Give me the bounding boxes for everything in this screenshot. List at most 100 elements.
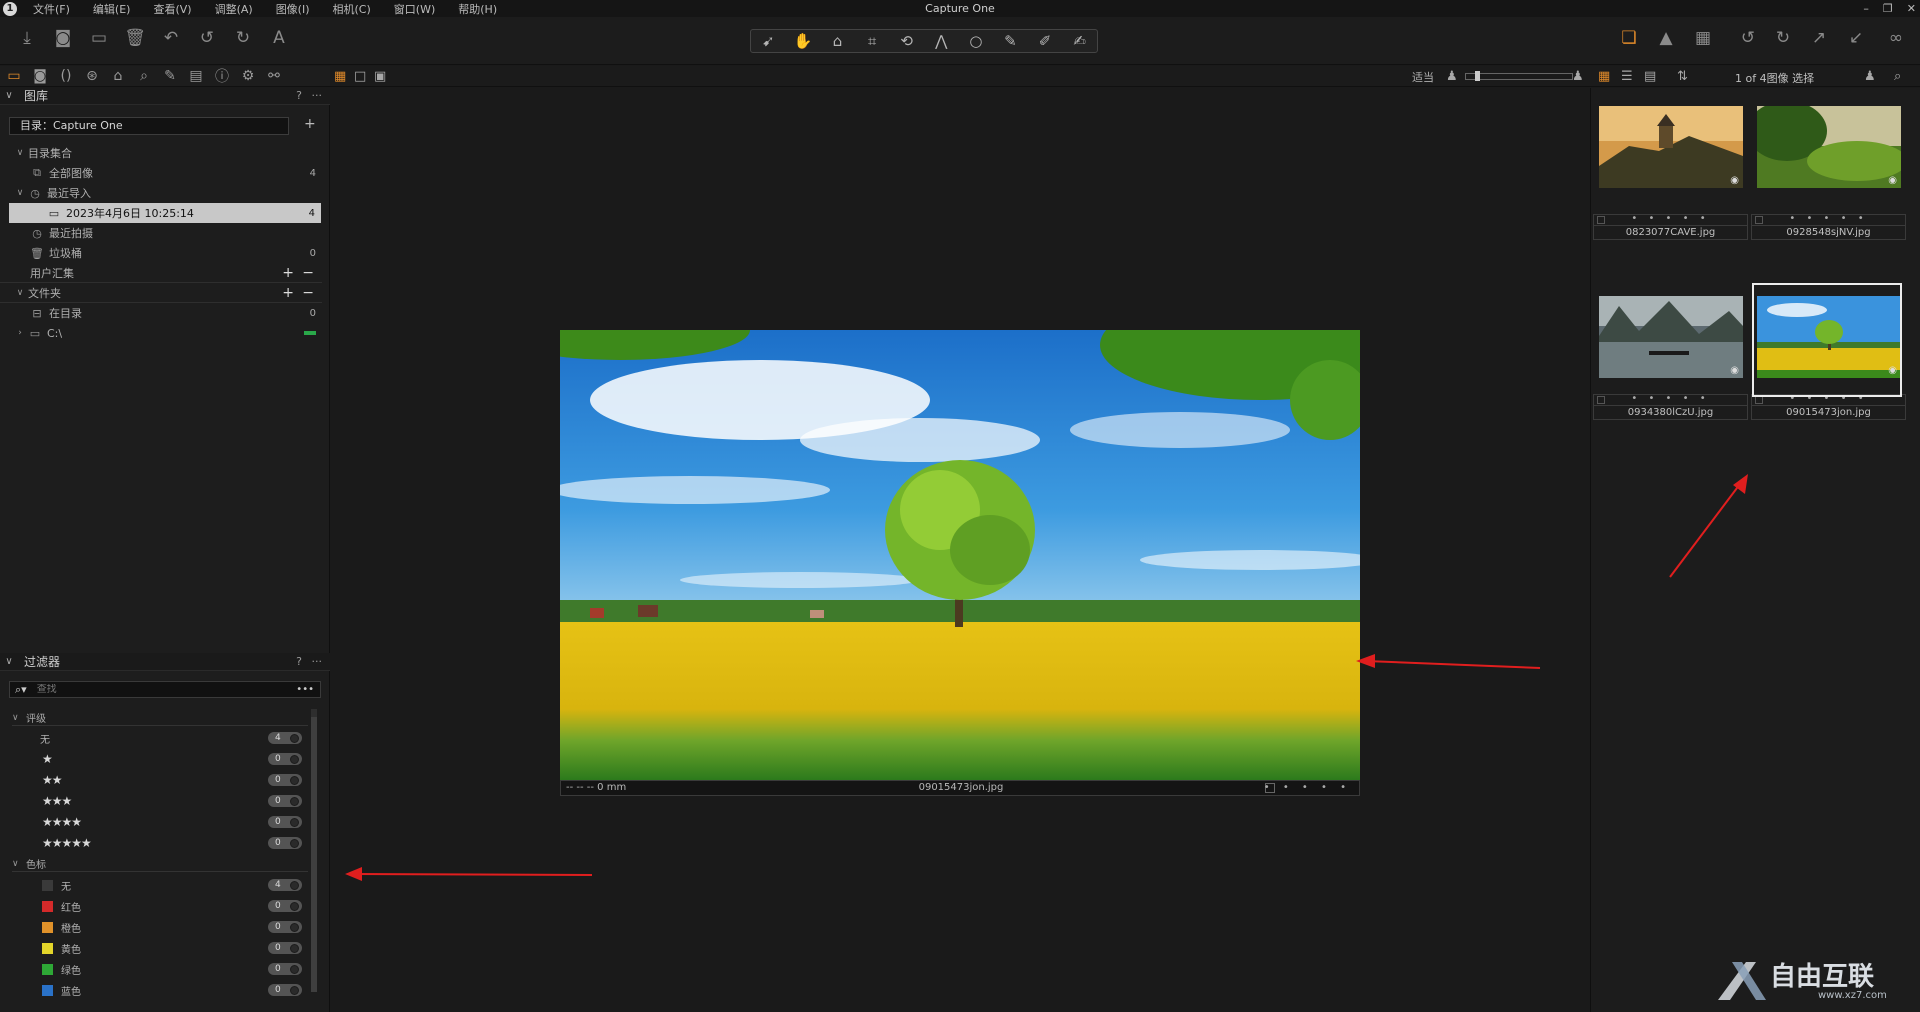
count-toggle[interactable]: 0 [268, 837, 302, 849]
export-icon[interactable]: ↗ [1808, 27, 1830, 49]
filter-search-input[interactable] [36, 684, 287, 695]
count-toggle[interactable]: 0 [268, 753, 302, 765]
proof-glasses-icon[interactable]: ∞ [1880, 27, 1912, 49]
color-row-red[interactable]: 红色 0 [0, 896, 306, 916]
thumbnail-cell[interactable]: ◉ • • • • • 0934380lCzU.jpg [1593, 290, 1748, 440]
add-catalog-icon[interactable]: + [304, 116, 316, 132]
select-cursor-icon[interactable]: ➹ [755, 32, 781, 50]
annotation-icon[interactable]: ✍ [1067, 32, 1093, 50]
count-toggle[interactable]: 0 [268, 921, 302, 933]
image-viewer[interactable]: -- -- -- 0 mm 09015473jon.jpg • • • • • [331, 88, 1589, 1012]
select-checkbox[interactable] [1755, 396, 1763, 404]
color-tab-icon[interactable]: ⊛ [84, 68, 100, 84]
crop-icon[interactable]: ⌗ [859, 32, 885, 50]
output-tab-icon[interactable]: ▤ [188, 68, 204, 84]
tree-recent-imports[interactable]: ∨ ◷ 最近导入 [0, 183, 322, 203]
list-view-icon[interactable]: ☰ [1621, 69, 1633, 84]
picker-icon[interactable]: ✐ [1032, 32, 1058, 50]
new-session-icon[interactable]: ▭ [88, 27, 110, 49]
menu-file[interactable]: 文件(F) [33, 1, 70, 17]
rating-row-5[interactable]: ★★★★★ 0 [0, 833, 306, 853]
delete-icon[interactable]: 🗑 [124, 27, 146, 49]
rating-dots[interactable]: • • • • • [1631, 393, 1709, 404]
settings-gear-icon[interactable]: ⚙ [240, 68, 256, 84]
local-adjust-tab-icon[interactable]: ✎ [162, 68, 178, 84]
menu-image[interactable]: 图像(I) [276, 1, 310, 17]
metadata-tab-icon[interactable]: ⓘ [214, 66, 230, 86]
auto-adjust-icon[interactable]: A [268, 27, 290, 49]
zoom-slider-handle[interactable] [1475, 71, 1480, 81]
count-toggle[interactable]: 0 [268, 816, 302, 828]
menu-help[interactable]: 帮助(H) [458, 1, 497, 17]
grid-view-icon[interactable]: ▦ [1598, 69, 1610, 84]
rating-row-3[interactable]: ★★★ 0 [0, 791, 306, 811]
rotate-left-icon[interactable]: ↺ [1737, 27, 1759, 49]
undo-icon[interactable]: ↺ [196, 27, 218, 49]
tree-folders[interactable]: ∨ 文件夹 + − [0, 283, 322, 303]
thumbnail-image[interactable]: ◉ [1757, 106, 1901, 188]
chevron-down-icon[interactable]: ∨ [12, 148, 28, 158]
add-folder-icon[interactable]: + [282, 285, 294, 301]
count-toggle[interactable]: 0 [268, 942, 302, 954]
sort-icon[interactable]: ⇅ [1677, 69, 1688, 84]
process-icon[interactable]: ↙ [1845, 27, 1867, 49]
exposure-warning-icon[interactable]: ▲ [1655, 27, 1677, 49]
count-toggle[interactable]: 4 [268, 732, 302, 744]
rating-dots[interactable]: • • • • • [1264, 782, 1351, 793]
color-row-none[interactable]: 无 4 [0, 875, 306, 895]
color-row-yellow[interactable]: 黄色 0 [0, 938, 306, 958]
select-checkbox[interactable] [1755, 216, 1763, 224]
rating-row-2[interactable]: ★★ 0 [0, 770, 306, 790]
library-tab-icon[interactable]: ▭ [6, 68, 22, 84]
menu-edit[interactable]: 编辑(E) [93, 1, 131, 17]
tree-recent-captures[interactable]: ◷ 最近拍摄 [0, 223, 322, 243]
rating-row-none[interactable]: 无 4 [0, 728, 306, 748]
viewer-stack-icon[interactable]: ❏ [1618, 27, 1640, 49]
remove-collection-icon[interactable]: − [302, 265, 314, 281]
chevron-down-icon[interactable]: ∨ [12, 288, 28, 298]
details-tab-icon[interactable]: ⌕ [136, 68, 152, 84]
count-toggle[interactable]: 0 [268, 900, 302, 912]
filmstrip-view-icon[interactable]: ▤ [1644, 69, 1656, 84]
color-row-orange[interactable]: 橙色 0 [0, 917, 306, 937]
chevron-down-icon[interactable]: ∨ [0, 656, 18, 667]
thumbnail-cell[interactable]: ◉ • • • • • 0928548sjNV.jpg [1751, 100, 1906, 250]
menu-camera[interactable]: 相机(C) [333, 1, 371, 17]
thumbnail-image[interactable]: ◉ [1599, 106, 1743, 188]
rating-row-4[interactable]: ★★★★ 0 [0, 812, 306, 832]
chevron-down-icon[interactable]: ∨ [12, 188, 28, 198]
color-row-blue[interactable]: 蓝色 0 [0, 980, 306, 1000]
brush-icon[interactable]: ✎ [997, 32, 1023, 50]
menu-adjust[interactable]: 调整(A) [215, 1, 253, 17]
camera-icon[interactable]: ◙ [52, 27, 74, 49]
rating-dots[interactable]: • • • • • [1631, 213, 1709, 224]
filters-section-header[interactable]: ∨ 过滤器 ? ··· [0, 653, 330, 671]
more-options-icon[interactable]: ··· [312, 655, 323, 668]
tree-import-entry[interactable]: ▭ 2023年4月6日 10:25:14 4 [9, 203, 321, 223]
tree-in-catalog[interactable]: ⊟ 在目录 0 [0, 303, 322, 323]
tree-all-images[interactable]: ⧉ 全部图像 4 [0, 163, 322, 183]
color-tag-filter-group[interactable]: ∨ 色标 [12, 856, 308, 872]
multi-view-icon[interactable]: ▦ [334, 69, 346, 84]
chevron-down-icon[interactable]: ∨ [0, 90, 18, 101]
rating-dots[interactable]: • • • • • [1789, 213, 1867, 224]
main-image[interactable] [560, 330, 1360, 780]
tree-catalog-collections[interactable]: ∨ 目录集合 [0, 143, 322, 163]
rotate-icon[interactable]: ⟲ [894, 32, 920, 50]
more-options-icon[interactable]: ··· [312, 89, 323, 102]
loupe-icon[interactable]: ⌂ [824, 32, 850, 50]
remove-folder-icon[interactable]: − [302, 285, 314, 301]
chevron-down-icon[interactable]: ∨ [12, 713, 26, 723]
filter-scroll-thumb[interactable] [311, 717, 317, 992]
tree-trash[interactable]: 🗑 垃圾桶 0 [0, 243, 322, 263]
select-checkbox[interactable] [1597, 216, 1605, 224]
single-view-icon[interactable]: □ [354, 69, 366, 84]
grid-overlay-icon[interactable]: ▦ [1692, 27, 1714, 49]
fullscreen-view-icon[interactable]: ▣ [374, 69, 386, 84]
tree-drive-c[interactable]: › ▭ C:\ [0, 323, 322, 343]
pan-hand-icon[interactable]: ✋ [790, 32, 816, 50]
add-collection-icon[interactable]: + [282, 265, 294, 281]
count-toggle[interactable]: 0 [268, 963, 302, 975]
help-icon[interactable]: ? [296, 89, 302, 102]
filter-search-field[interactable]: ⌕▾ ••• [9, 681, 321, 698]
